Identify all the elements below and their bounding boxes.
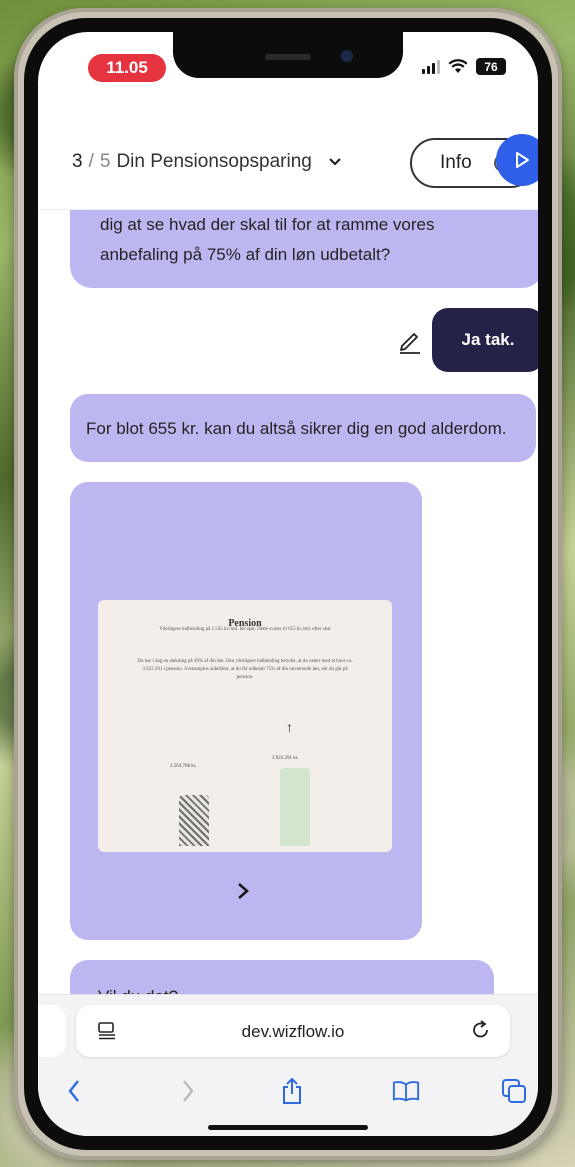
status-time: 11.05 bbox=[88, 54, 166, 82]
battery-icon: 76 bbox=[476, 58, 506, 75]
message-line: anbefaling på 75% af din løn udbetalt? bbox=[100, 245, 391, 264]
browser-nav bbox=[38, 1065, 538, 1115]
message-text: Vil du det? bbox=[98, 982, 494, 994]
card-title: Pension bbox=[228, 618, 262, 629]
bot-card-message: Pension Yderligere indbetaling på 1.545 … bbox=[70, 482, 422, 940]
status-icons: 76 bbox=[422, 58, 506, 75]
bar-label-current: 2.563.708 kr. bbox=[170, 764, 197, 769]
url-text: dev.wizflow.io bbox=[241, 1022, 345, 1041]
bot-message: dig at se hvad der skal til for at ramme… bbox=[70, 210, 538, 288]
wifi-icon bbox=[448, 59, 468, 73]
edit-pencil-icon[interactable] bbox=[396, 326, 424, 354]
card-subtitle: Yderligere indbetaling på 1.545 kr./md. … bbox=[159, 627, 331, 632]
phone-bezel: 11.05 76 3 / 5 Din Pensionsopsparing Inf… bbox=[24, 18, 552, 1150]
chevron-right-icon[interactable] bbox=[236, 882, 250, 900]
app-header: 3 / 5 Din Pensionsopsparing Info bbox=[38, 116, 538, 210]
message-line: dig at se hvad der skal til for at ramme… bbox=[100, 215, 435, 234]
forward-button[interactable] bbox=[174, 1077, 202, 1105]
bookmarks-icon bbox=[392, 1081, 420, 1102]
tabs-button[interactable] bbox=[500, 1077, 528, 1105]
play-icon bbox=[516, 152, 529, 168]
signal-icon bbox=[422, 59, 440, 74]
step-total: 5 bbox=[99, 151, 111, 172]
speaker bbox=[265, 54, 311, 60]
phone-frame: 11.05 76 3 / 5 Din Pensionsopsparing Inf… bbox=[14, 8, 562, 1160]
back-button[interactable] bbox=[60, 1077, 88, 1105]
front-camera bbox=[341, 50, 353, 62]
bot-message: For blot 655 kr. kan du altså sikrer dig… bbox=[70, 394, 536, 462]
arrow-up-icon: ↑ bbox=[286, 721, 293, 736]
bookmarks-button[interactable] bbox=[392, 1077, 420, 1105]
share-button[interactable] bbox=[278, 1077, 306, 1105]
address-bar[interactable]: dev.wizflow.io bbox=[76, 1005, 510, 1057]
info-button-label: Info bbox=[440, 152, 472, 173]
chat-thread[interactable]: dig at se hvad der skal til for at ramme… bbox=[38, 210, 538, 994]
bar-target bbox=[280, 768, 310, 846]
step-selector[interactable]: 3 / 5 Din Pensionsopsparing bbox=[72, 151, 342, 173]
browser-toolbar: dev.wizflow.io bbox=[38, 994, 538, 1136]
page-title: Din Pensionsopsparing bbox=[116, 151, 312, 172]
reload-icon[interactable] bbox=[470, 1019, 492, 1041]
card-body: Du har i dag en dækning på 49% af din lø… bbox=[137, 659, 353, 680]
notch bbox=[173, 32, 403, 78]
share-icon bbox=[283, 1077, 301, 1104]
bot-message: Vil du det? bbox=[70, 960, 494, 994]
back-icon bbox=[68, 1080, 79, 1102]
pension-card[interactable]: Pension Yderligere indbetaling på 1.545 … bbox=[98, 600, 392, 852]
step-separator: / bbox=[88, 151, 94, 172]
bar-current bbox=[179, 795, 209, 846]
tabs-icon bbox=[502, 1079, 526, 1103]
forward-icon bbox=[183, 1080, 194, 1102]
previous-tab-address[interactable] bbox=[38, 1005, 66, 1057]
step-current: 3 bbox=[72, 151, 83, 172]
chevron-down-icon bbox=[329, 158, 341, 166]
phone-screen: 11.05 76 3 / 5 Din Pensionsopsparing Inf… bbox=[38, 32, 538, 1136]
home-indicator bbox=[208, 1125, 368, 1130]
user-message: Ja tak. bbox=[432, 308, 538, 372]
